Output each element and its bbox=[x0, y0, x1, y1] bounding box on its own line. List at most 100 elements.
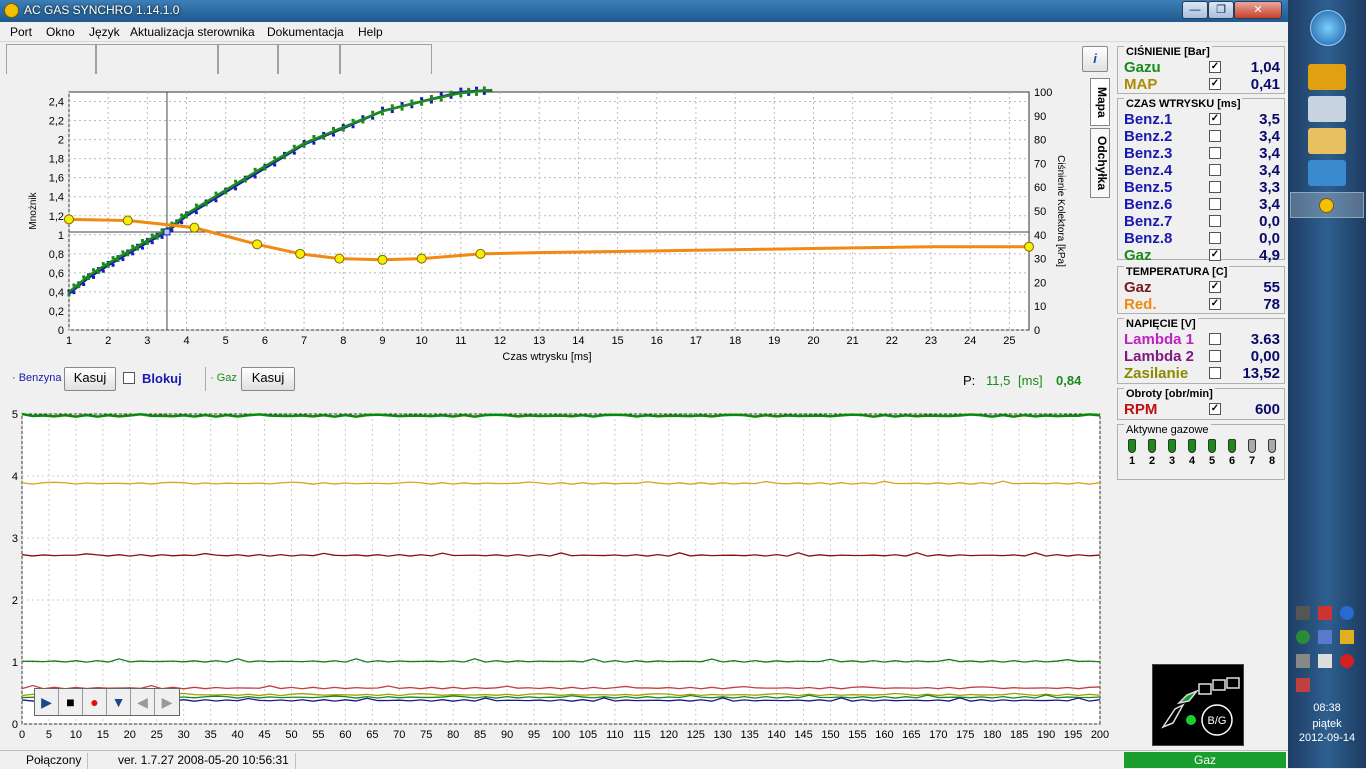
czas-label: Benz.3 bbox=[1124, 145, 1173, 162]
menu-okno[interactable]: Okno bbox=[46, 25, 75, 39]
gaz-point bbox=[331, 126, 335, 130]
czas-checkbox[interactable] bbox=[1209, 181, 1221, 193]
kasuj-benzyna-button[interactable]: Kasuj bbox=[64, 367, 116, 391]
czas-checkbox[interactable]: ✓ bbox=[1209, 113, 1221, 125]
injector-indicator: 4 bbox=[1184, 439, 1200, 467]
volume-icon[interactable] bbox=[1318, 606, 1332, 620]
czas-checkbox[interactable] bbox=[1209, 198, 1221, 210]
czas-checkbox[interactable] bbox=[1209, 130, 1221, 142]
taskbar-app-icon[interactable] bbox=[1308, 64, 1346, 90]
lock-icon[interactable] bbox=[1340, 630, 1354, 644]
maximize-button[interactable]: ❐ bbox=[1208, 1, 1234, 19]
czas-checkbox[interactable] bbox=[1209, 164, 1221, 176]
start-button-icon[interactable] bbox=[1310, 10, 1346, 46]
tab-2[interactable] bbox=[96, 44, 218, 74]
napiecie-row: Lambda 1 3.63 bbox=[1124, 331, 1282, 348]
temperatura-row: Red. ✓ 78 bbox=[1124, 296, 1282, 313]
menu-aktualizacja[interactable]: Aktualizacja sterownika bbox=[130, 25, 255, 39]
gaz-point bbox=[67, 293, 71, 297]
stop-icon[interactable]: ■ bbox=[59, 689, 83, 715]
obroty-checkbox[interactable]: ✓ bbox=[1209, 403, 1221, 415]
czas-checkbox[interactable] bbox=[1209, 215, 1221, 227]
benzyna-point bbox=[380, 106, 384, 110]
map-chart[interactable]: 1 2 3 4 5 6 7 8 9 10 11 12 13 14 15 16 17 18 19 20 21 22 23 24 2… bbox=[6, 78, 1082, 396]
czas-label: Gaz bbox=[1124, 247, 1152, 264]
close-button[interactable]: ✕ bbox=[1234, 1, 1282, 19]
gaz-point bbox=[263, 167, 267, 171]
kasuj-gaz-button[interactable]: Kasuj bbox=[241, 367, 295, 391]
temperatura-row: Gaz ✓ 55 bbox=[1124, 279, 1282, 296]
tray-icon[interactable] bbox=[1296, 654, 1310, 668]
gaz-point bbox=[351, 118, 355, 122]
menu-port[interactable]: Port bbox=[10, 25, 32, 39]
taskbar-ie-icon[interactable] bbox=[1308, 160, 1346, 186]
gaz-point bbox=[160, 228, 164, 232]
tab-mapa[interactable]: Mapa bbox=[1090, 78, 1110, 126]
x-tick-label: 170 bbox=[929, 729, 947, 741]
gaz-point bbox=[312, 135, 316, 139]
czas-label: Benz.1 bbox=[1124, 111, 1173, 128]
injector-number: 5 bbox=[1208, 455, 1216, 467]
temperatura-checkbox[interactable]: ✓ bbox=[1209, 281, 1221, 293]
map-node bbox=[252, 239, 263, 250]
tab-1[interactable] bbox=[6, 44, 96, 74]
minimize-button[interactable]: — bbox=[1182, 1, 1208, 19]
tab-4[interactable] bbox=[278, 44, 340, 74]
cisnienie-checkbox[interactable]: ✓ bbox=[1209, 61, 1221, 73]
prev-icon[interactable]: ◀ bbox=[131, 689, 155, 715]
x-tick-label: 25 bbox=[151, 729, 163, 741]
napiecie-row: Lambda 2 0,00 bbox=[1124, 348, 1282, 365]
signal-icon[interactable] bbox=[1296, 678, 1310, 692]
battery-icon[interactable] bbox=[1318, 654, 1332, 668]
injector-indicator: 5 bbox=[1204, 439, 1220, 467]
taskbar-acgas-icon[interactable] bbox=[1290, 192, 1364, 218]
tab-odchylka[interactable]: Odchyłka bbox=[1090, 128, 1110, 198]
tab-3[interactable] bbox=[218, 44, 278, 74]
napiecie-row: Zasilanie 13,52 bbox=[1124, 365, 1282, 382]
temperatura-title: TEMPERATURA [C] bbox=[1124, 266, 1230, 278]
tray-icon[interactable] bbox=[1318, 630, 1332, 644]
network-icon[interactable] bbox=[1296, 630, 1310, 644]
obroty-label: RPM bbox=[1124, 401, 1158, 418]
record-icon[interactable]: ● bbox=[83, 689, 107, 715]
menu-dokumentacja[interactable]: Dokumentacja bbox=[267, 25, 344, 39]
x-tick-label: 190 bbox=[1037, 729, 1055, 741]
cisnienie-checkbox[interactable]: ✓ bbox=[1209, 78, 1221, 90]
czas-row: Benz.7 0,0 bbox=[1124, 213, 1282, 230]
gaz-point bbox=[126, 253, 130, 257]
czas-value: 3,4 bbox=[1259, 162, 1280, 179]
menu-jezyk[interactable]: Język bbox=[89, 25, 120, 39]
benzyna-point bbox=[160, 235, 164, 239]
czas-row: Benz.4 3,4 bbox=[1124, 162, 1282, 179]
play-icon[interactable]: ▶ bbox=[35, 689, 59, 715]
czas-checkbox[interactable] bbox=[1209, 232, 1221, 244]
benzyna-point bbox=[331, 133, 335, 137]
taskbar-folder-icon[interactable] bbox=[1308, 128, 1346, 154]
x-tick-label: 150 bbox=[821, 729, 839, 741]
czas-checkbox[interactable] bbox=[1209, 147, 1221, 159]
tab-5[interactable] bbox=[340, 44, 432, 74]
gaz-point bbox=[243, 179, 247, 183]
clock[interactable]: 08:38 piątek 2012-09-14 bbox=[1288, 702, 1366, 744]
info-icon[interactable]: i bbox=[1082, 46, 1108, 72]
gaz-point bbox=[273, 156, 277, 160]
tray-icon[interactable] bbox=[1340, 606, 1354, 620]
cisnienie-label: MAP bbox=[1124, 76, 1158, 93]
blokuj-checkbox[interactable] bbox=[123, 372, 135, 384]
napiecie-checkbox[interactable] bbox=[1209, 367, 1221, 379]
temperatura-checkbox[interactable]: ✓ bbox=[1209, 298, 1221, 310]
next-icon[interactable]: ▶ bbox=[155, 689, 179, 715]
taskbar-calc-icon[interactable] bbox=[1308, 96, 1346, 122]
tray-icon[interactable] bbox=[1340, 654, 1354, 668]
aktywne-gazowe-group: Aktywne gazowe 12345678 bbox=[1117, 424, 1285, 480]
napiecie-checkbox[interactable] bbox=[1209, 350, 1221, 362]
map-node bbox=[64, 214, 74, 225]
x-tick-label: 10 bbox=[70, 729, 82, 741]
bg-switch-widget[interactable]: B/G bbox=[1152, 664, 1244, 746]
menu-help[interactable]: Help bbox=[358, 25, 383, 39]
gaz-point bbox=[292, 144, 296, 148]
czas-checkbox[interactable]: ✓ bbox=[1209, 249, 1221, 261]
save-icon[interactable]: ▼ bbox=[107, 689, 131, 715]
napiecie-checkbox[interactable] bbox=[1209, 333, 1221, 345]
tray-icon[interactable] bbox=[1296, 606, 1310, 620]
